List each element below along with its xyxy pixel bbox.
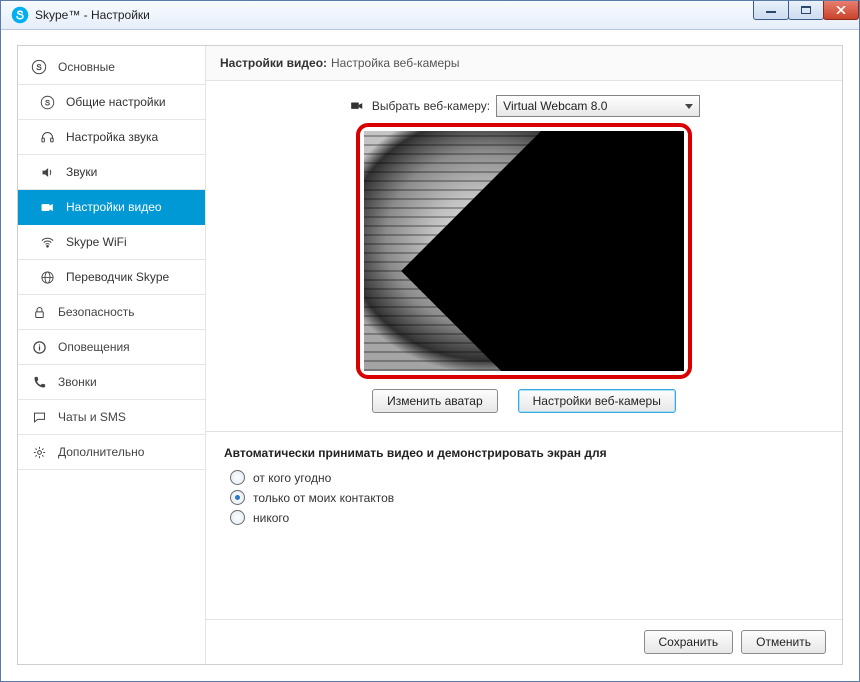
sidebar-category-label: Основные [58, 60, 115, 74]
globe-icon [38, 268, 56, 286]
lock-icon [30, 303, 48, 321]
sidebar-category-chats[interactable]: Чаты и SMS [18, 400, 205, 435]
sidebar-category-advanced[interactable]: Дополнительно [18, 435, 205, 470]
main-header-subtitle: Настройка веб-камеры [331, 56, 459, 70]
sidebar: Основные Общие настройки Настройка звука… [18, 46, 206, 664]
sidebar-item-label: Звуки [66, 165, 97, 179]
skype-icon [30, 58, 48, 76]
sidebar-category-label: Оповещения [58, 340, 130, 354]
main-panel: Настройки видео: Настройка веб-камеры Вы… [206, 46, 842, 664]
sidebar-category-general[interactable]: Основные [18, 50, 205, 85]
sidebar-category-label: Безопасность [58, 305, 135, 319]
radio-label: никого [253, 511, 289, 525]
maximize-button[interactable] [788, 1, 824, 20]
chat-icon [30, 408, 48, 426]
chevron-down-icon [685, 104, 693, 109]
settings-window: Skype™ - Настройки Основные Общие настро… [0, 0, 860, 682]
sidebar-item-translator[interactable]: Переводчик Skype [18, 260, 205, 295]
sidebar-category-label: Чаты и SMS [58, 410, 126, 424]
speaker-icon [38, 163, 56, 181]
skype-icon [11, 6, 29, 24]
phone-icon [30, 373, 48, 391]
sidebar-category-calls[interactable]: Звонки [18, 365, 205, 400]
gear-icon [30, 443, 48, 461]
radio-anyone[interactable]: от кого угодно [230, 470, 824, 485]
headset-icon [38, 128, 56, 146]
sidebar-category-security[interactable]: Безопасность [18, 295, 205, 330]
sidebar-item-label: Skype WiFi [66, 235, 127, 249]
webcam-select-value: Virtual Webcam 8.0 [503, 99, 607, 113]
change-avatar-button[interactable]: Изменить аватар [372, 389, 498, 413]
sidebar-category-notifications[interactable]: Оповещения [18, 330, 205, 365]
radio-icon [230, 510, 245, 525]
camera-icon [348, 99, 366, 113]
sidebar-item-label: Настройка звука [66, 130, 158, 144]
radio-nobody[interactable]: никого [230, 510, 824, 525]
radio-icon [230, 470, 245, 485]
webcam-preview [364, 131, 684, 371]
main-header-title: Настройки видео: [220, 56, 327, 70]
titlebar: Skype™ - Настройки [1, 1, 859, 30]
info-icon [30, 338, 48, 356]
radio-label: только от моих контактов [253, 491, 394, 505]
sidebar-item-general-settings[interactable]: Общие настройки [18, 85, 205, 120]
wifi-icon [38, 233, 56, 251]
sidebar-item-audio-settings[interactable]: Настройка звука [18, 120, 205, 155]
minimize-button[interactable] [753, 1, 789, 20]
camera-icon [38, 198, 56, 216]
webcam-settings-button[interactable]: Настройки веб-камеры [518, 389, 676, 413]
radio-label: от кого угодно [253, 471, 331, 485]
sidebar-item-label: Переводчик Skype [66, 270, 169, 284]
auto-accept-title: Автоматически принимать видео и демонстр… [224, 446, 824, 460]
webcam-select-label: Выбрать веб-камеру: [372, 99, 490, 113]
footer: Сохранить Отменить [206, 619, 842, 664]
sidebar-category-label: Звонки [58, 375, 97, 389]
radio-contacts-only[interactable]: только от моих контактов [230, 490, 824, 505]
window-title: Skype™ - Настройки [35, 8, 150, 22]
sidebar-item-label: Общие настройки [66, 95, 166, 109]
divider [206, 431, 842, 432]
close-button[interactable] [823, 1, 859, 20]
sidebar-item-label: Настройки видео [66, 200, 162, 214]
skype-icon [38, 93, 56, 111]
radio-icon [230, 490, 245, 505]
sidebar-item-video-settings[interactable]: Настройки видео [18, 190, 205, 225]
webcam-preview-highlight [356, 123, 692, 379]
main-header: Настройки видео: Настройка веб-камеры [206, 46, 842, 81]
save-button[interactable]: Сохранить [644, 630, 734, 654]
sidebar-item-skype-wifi[interactable]: Skype WiFi [18, 225, 205, 260]
cancel-button[interactable]: Отменить [741, 630, 826, 654]
sidebar-item-sounds[interactable]: Звуки [18, 155, 205, 190]
sidebar-category-label: Дополнительно [58, 445, 144, 459]
webcam-select[interactable]: Virtual Webcam 8.0 [496, 95, 700, 117]
